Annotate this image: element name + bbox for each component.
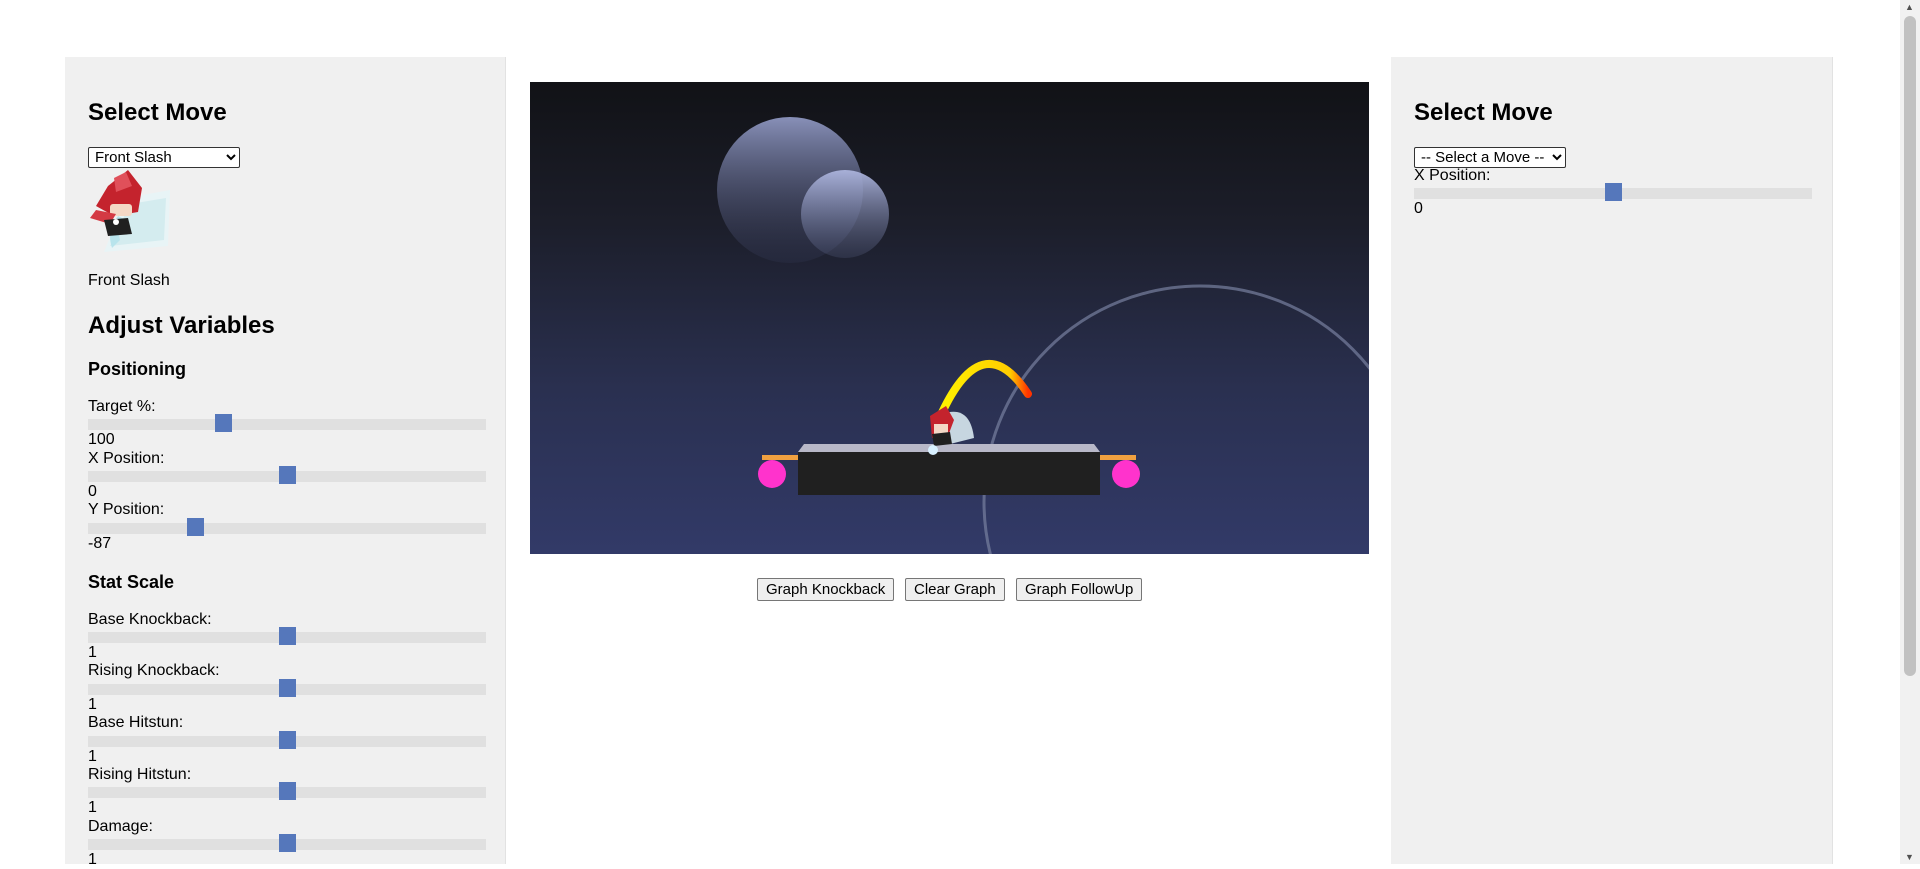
graph-knockback-button[interactable]: Graph Knockback xyxy=(757,578,895,601)
damage-value: 1 xyxy=(88,851,97,868)
page-scrollbar[interactable]: ▲ ▼ xyxy=(1900,0,1920,864)
x-position-label: X Position: xyxy=(1414,167,1491,184)
slider-thumb[interactable] xyxy=(187,518,205,536)
stage-platform xyxy=(798,452,1100,495)
y-position-slider[interactable] xyxy=(88,518,486,536)
slider-thumb[interactable] xyxy=(279,731,296,749)
rising-hitstun-slider[interactable] xyxy=(88,782,486,800)
y-position-value: -87 xyxy=(88,535,112,552)
left-blastzone-marker xyxy=(758,460,786,488)
base-hitstun-value: 1 xyxy=(88,748,97,765)
base-knockback-slider[interactable] xyxy=(88,627,486,645)
right-blastzone-marker xyxy=(1112,460,1140,488)
select-move-heading: Select Move xyxy=(88,99,227,126)
clear-graph-button[interactable]: Clear Graph xyxy=(905,578,1005,601)
target-percent-slider[interactable] xyxy=(88,414,486,432)
x-position-slider[interactable] xyxy=(1414,183,1812,201)
y-position-label: Y Position: xyxy=(88,501,165,518)
rising-knockback-slider[interactable] xyxy=(88,679,486,697)
move-name: Front Slash xyxy=(88,272,170,289)
left-ledge xyxy=(762,455,798,460)
stage-scene xyxy=(717,117,1369,554)
rising-knockback-value: 1 xyxy=(88,696,97,713)
damage-label: Damage: xyxy=(88,818,153,835)
slider-thumb[interactable] xyxy=(279,466,296,484)
scrollbar-thumb[interactable] xyxy=(1904,16,1916,676)
rising-hitstun-value: 1 xyxy=(88,799,97,816)
target-percent-value: 100 xyxy=(88,431,115,448)
x-position-label: X Position: xyxy=(88,450,165,467)
rising-knockback-label: Rising Knockback: xyxy=(88,662,220,679)
positioning-heading: Positioning xyxy=(88,359,186,379)
slider-thumb[interactable] xyxy=(215,414,233,432)
x-position-value: 0 xyxy=(88,483,97,500)
moon-small xyxy=(801,170,889,258)
stage-platform-top xyxy=(798,444,1100,452)
left-panel: Select Move Front Slash Front Slash Adju… xyxy=(65,57,506,868)
base-knockback-value: 1 xyxy=(88,644,97,661)
base-hitstun-label: Base Hitstun: xyxy=(88,714,184,731)
stat-scale-heading: Stat Scale xyxy=(88,572,175,592)
slider-thumb[interactable] xyxy=(279,834,296,852)
right-ledge xyxy=(1100,455,1136,460)
x-position-slider[interactable] xyxy=(88,466,486,484)
move-select[interactable]: Front Slash xyxy=(88,147,240,168)
slider-thumb[interactable] xyxy=(279,782,296,800)
scroll-up-icon[interactable]: ▲ xyxy=(1905,2,1914,12)
slider-thumb[interactable] xyxy=(1605,183,1622,201)
adjust-variables-heading: Adjust Variables xyxy=(88,312,275,339)
slider-thumb[interactable] xyxy=(279,679,296,697)
select-move-heading: Select Move xyxy=(1414,99,1553,126)
graph-followup-button[interactable]: Graph FollowUp xyxy=(1016,578,1143,601)
knockback-range-circle xyxy=(982,284,1369,554)
right-panel: Select Move -- Select a Move -- X Positi… xyxy=(1391,57,1833,864)
move-preview-icon xyxy=(90,170,170,252)
move-select[interactable]: -- Select a Move -- xyxy=(1414,147,1566,168)
rising-hitstun-label: Rising Hitstun: xyxy=(88,766,192,783)
slider-thumb[interactable] xyxy=(279,627,296,645)
stage-canvas[interactable] xyxy=(530,82,1369,554)
scroll-down-icon[interactable]: ▼ xyxy=(1905,852,1914,862)
damage-slider[interactable] xyxy=(88,834,486,852)
target-percent-label: Target %: xyxy=(88,398,156,415)
x-position-value: 0 xyxy=(1414,200,1423,217)
base-hitstun-slider[interactable] xyxy=(88,731,486,749)
base-knockback-label: Base Knockback: xyxy=(88,611,212,628)
